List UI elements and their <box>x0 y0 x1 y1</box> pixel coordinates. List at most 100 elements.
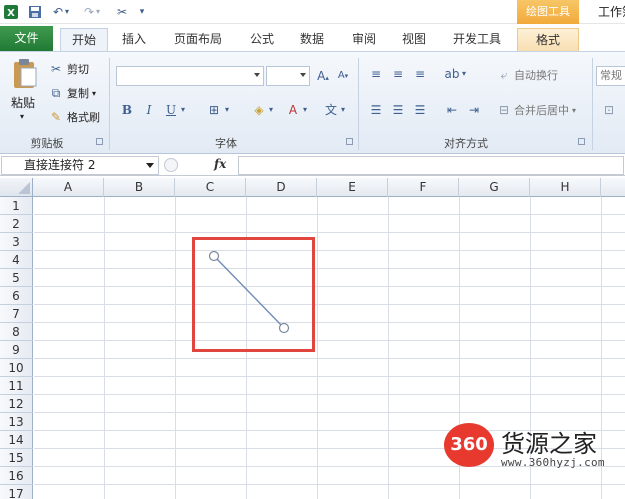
column-header-a[interactable]: A <box>33 178 104 197</box>
borders-dropdown-icon[interactable]: ▾ <box>222 101 232 119</box>
underline-dropdown-icon[interactable]: ▾ <box>178 101 188 119</box>
cut-button[interactable]: ✂ 剪切 <box>48 61 89 77</box>
paste-dropdown-icon[interactable]: ▾ <box>20 112 24 121</box>
font-size-select[interactable] <box>266 66 310 86</box>
column-header-e[interactable]: E <box>317 178 388 197</box>
tab-home[interactable]: 开始 <box>60 28 108 52</box>
merge-dropdown-icon[interactable]: ▾ <box>572 106 576 115</box>
borders-icon[interactable]: ⊞ <box>205 101 223 119</box>
row-header-11[interactable]: 11 <box>0 377 33 395</box>
insert-function-icon[interactable]: fx <box>214 157 226 171</box>
format-painter-button[interactable]: ✎ 格式刷 <box>48 109 100 125</box>
watermark-logo: 360 <box>444 423 494 467</box>
tab-data[interactable]: 数据 <box>290 28 334 52</box>
row-header-2[interactable]: 2 <box>0 215 33 233</box>
row-header-4[interactable]: 4 <box>0 251 33 269</box>
column-header-g[interactable]: G <box>459 178 530 197</box>
wrap-text-button[interactable]: ⤶ 自动换行 <box>496 67 558 83</box>
row-header-3[interactable]: 3 <box>0 233 33 251</box>
grow-font-icon[interactable]: A▴ <box>314 67 332 85</box>
tab-page-layout[interactable]: 页面布局 <box>165 28 231 52</box>
phonetic-dropdown-icon[interactable]: ▾ <box>338 101 348 119</box>
font-color-dropdown-icon[interactable]: ▾ <box>300 101 310 119</box>
tab-review[interactable]: 审阅 <box>342 28 386 52</box>
row-header-9[interactable]: 9 <box>0 341 33 359</box>
formula-bar: 直接连接符 2 fx <box>0 155 625 176</box>
row-header-5[interactable]: 5 <box>0 269 33 287</box>
chevron-down-icon <box>254 73 260 77</box>
tab-format[interactable]: 格式 <box>517 28 579 52</box>
row-header-8[interactable]: 8 <box>0 323 33 341</box>
cut-label: 剪切 <box>67 63 89 76</box>
row-header-17[interactable]: 17 <box>0 485 33 499</box>
paste-button[interactable]: 粘贴 <box>11 94 35 111</box>
merge-center-button[interactable]: ⊟ 合并后居中 ▾ <box>496 102 576 118</box>
end-handle[interactable] <box>278 322 290 334</box>
row-header-10[interactable]: 10 <box>0 359 33 377</box>
row-header-14[interactable]: 14 <box>0 431 33 449</box>
orientation-dropdown-icon[interactable]: ▾ <box>459 65 469 83</box>
tab-insert[interactable]: 插入 <box>112 28 156 52</box>
increase-indent-icon[interactable]: ⇥ <box>465 101 483 119</box>
tab-formulas[interactable]: 公式 <box>240 28 284 52</box>
fill-color-dropdown-icon[interactable]: ▾ <box>266 101 276 119</box>
font-group-label: 字体 <box>215 137 237 150</box>
wrap-text-label: 自动换行 <box>514 69 558 82</box>
tab-view[interactable]: 视图 <box>392 28 436 52</box>
font-launcher-icon[interactable] <box>346 138 353 145</box>
align-center-icon[interactable]: ☰ <box>389 101 407 119</box>
select-all-button[interactable] <box>0 178 33 197</box>
column-header-b[interactable]: B <box>104 178 175 197</box>
column-header-d[interactable]: D <box>246 178 317 197</box>
start-handle[interactable] <box>208 250 220 262</box>
copy-icon: ⧉ <box>51 85 61 100</box>
column-headers: A B C D E F G H <box>0 178 625 197</box>
copy-dropdown-icon[interactable]: ▾ <box>92 89 96 98</box>
copy-button[interactable]: ⧉ 复制 ▾ <box>48 85 96 101</box>
column-header-h[interactable]: H <box>530 178 601 197</box>
tab-developer[interactable]: 开发工具 <box>444 28 510 52</box>
redo-icon[interactable]: ↷ ▾ <box>80 3 104 20</box>
undo-icon[interactable]: ↶ ▾ <box>49 3 73 20</box>
save-icon[interactable] <box>26 3 44 20</box>
row-header-15[interactable]: 15 <box>0 449 33 467</box>
font-name-select[interactable] <box>116 66 264 86</box>
customize-qa-icon[interactable]: ▾ <box>136 3 148 20</box>
name-box[interactable]: 直接连接符 2 <box>1 156 159 175</box>
italic-button[interactable]: I <box>140 101 158 119</box>
align-bottom-icon[interactable]: ≡ <box>411 65 429 83</box>
bold-button[interactable]: B <box>118 101 136 119</box>
shrink-font-icon[interactable]: A▾ <box>334 67 352 85</box>
align-top-icon[interactable]: ≡ <box>367 65 385 83</box>
column-header-f[interactable]: F <box>388 178 459 197</box>
row-header-6[interactable]: 6 <box>0 287 33 305</box>
group-divider <box>109 58 110 150</box>
row-header-1[interactable]: 1 <box>0 197 33 215</box>
scissors-icon: ✂ <box>50 62 62 76</box>
align-left-icon[interactable]: ☰ <box>367 101 385 119</box>
column-header-c[interactable]: C <box>175 178 246 197</box>
column-header-i[interactable] <box>601 178 625 197</box>
tools-icon[interactable]: ✂ <box>112 3 132 20</box>
align-middle-icon[interactable]: ≡ <box>389 65 407 83</box>
name-box-dropdown-icon[interactable] <box>146 163 154 168</box>
formula-bar-handle-icon[interactable] <box>164 158 178 172</box>
formula-input[interactable] <box>238 156 624 175</box>
tab-file[interactable]: 文件 <box>0 26 53 51</box>
number-format-select[interactable]: 常规 <box>596 66 625 86</box>
row-header-12[interactable]: 12 <box>0 395 33 413</box>
decrease-indent-icon[interactable]: ⇤ <box>443 101 461 119</box>
clipboard-group-label: 剪贴板 <box>30 137 64 150</box>
currency-icon[interactable]: ⊡ <box>600 101 618 119</box>
wrap-text-icon: ⤶ <box>500 67 508 82</box>
row-header-13[interactable]: 13 <box>0 413 33 431</box>
clipboard-launcher-icon[interactable] <box>96 138 103 145</box>
paintbrush-icon: ✎ <box>50 110 62 124</box>
format-painter-label: 格式刷 <box>67 111 100 124</box>
merge-cells-icon: ⊟ <box>498 103 510 117</box>
paste-icon[interactable] <box>8 56 42 92</box>
row-header-7[interactable]: 7 <box>0 305 33 323</box>
row-header-16[interactable]: 16 <box>0 467 33 485</box>
alignment-launcher-icon[interactable] <box>578 138 585 145</box>
align-right-icon[interactable]: ☰ <box>411 101 429 119</box>
